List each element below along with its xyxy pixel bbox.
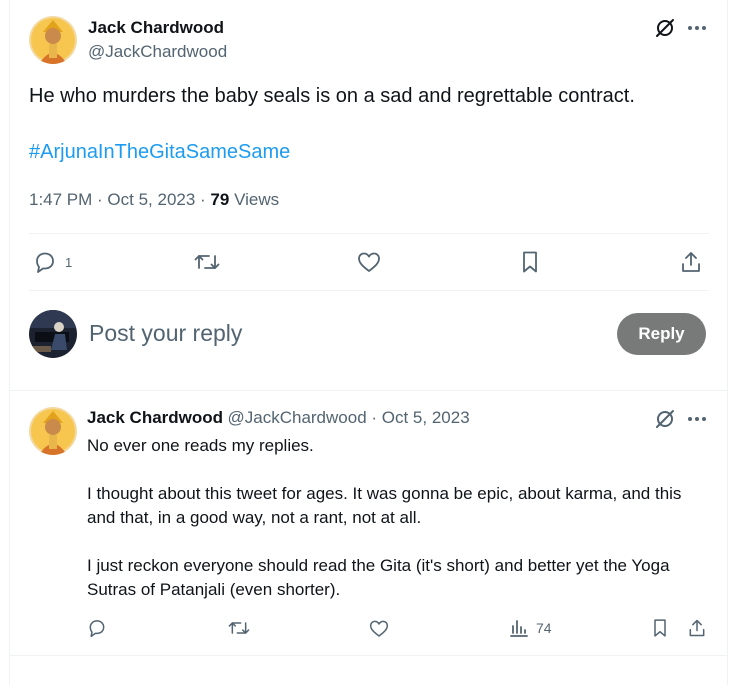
- analytics-count: 74: [536, 620, 552, 636]
- bookmark-icon[interactable]: [649, 617, 671, 639]
- reply-author-name[interactable]: Jack Chardwood: [87, 408, 223, 427]
- reply-paragraph: No ever one reads my replies.: [87, 436, 314, 455]
- tweet-timestamp: 1:47 PM · Oct 5, 2023 · 79 Views: [29, 190, 279, 210]
- reply-author-avatar[interactable]: [29, 407, 77, 455]
- more-icon[interactable]: [685, 17, 709, 39]
- author-handle[interactable]: @JackChardwood: [88, 42, 227, 62]
- views-count: 79: [210, 190, 230, 209]
- reply-text: No ever one reads my replies. I thought …: [87, 434, 712, 602]
- analytics-button[interactable]: 74: [509, 617, 552, 639]
- reply-author-handle[interactable]: @JackChardwood: [228, 408, 367, 427]
- reply-input[interactable]: Post your reply: [89, 320, 589, 347]
- divider: [9, 655, 728, 656]
- reply-count: 1: [65, 254, 73, 270]
- hashtag-link[interactable]: #ArjunaInTheGitaSameSame: [29, 141, 290, 164]
- share-icon[interactable]: [686, 617, 708, 639]
- repost-icon[interactable]: [193, 248, 221, 276]
- reply-date[interactable]: · Oct 5, 2023: [367, 408, 469, 427]
- reply-paragraph: I just reckon everyone should read the G…: [87, 556, 670, 599]
- like-icon[interactable]: [355, 248, 383, 276]
- grok-icon[interactable]: [654, 17, 676, 39]
- repost-icon[interactable]: [227, 617, 251, 639]
- reply-paragraph: I thought about this tweet for ages. It …: [87, 484, 682, 527]
- reply-header: Jack Chardwood @JackChardwood · Oct 5, 2…: [87, 408, 470, 428]
- tweet-text: He who murders the baby seals is on a sa…: [29, 85, 635, 107]
- tweet-time[interactable]: 1:47 PM · Oct 5, 2023 ·: [29, 190, 210, 209]
- current-user-avatar[interactable]: [29, 310, 77, 358]
- author-name[interactable]: Jack Chardwood: [88, 18, 224, 38]
- grok-icon[interactable]: [654, 408, 676, 430]
- divider: [29, 233, 709, 234]
- reply-icon[interactable]: [86, 617, 108, 639]
- analytics-icon: [509, 618, 529, 638]
- share-icon[interactable]: [677, 248, 705, 276]
- reply-button[interactable]: 1: [33, 248, 72, 276]
- reply-submit-button[interactable]: Reply: [617, 313, 706, 355]
- reply-icon: [33, 250, 57, 274]
- bookmark-icon[interactable]: [516, 248, 544, 276]
- divider: [29, 290, 709, 291]
- more-icon[interactable]: [685, 408, 709, 430]
- like-icon[interactable]: [368, 617, 390, 639]
- author-avatar[interactable]: [29, 16, 77, 64]
- divider: [9, 390, 728, 391]
- views-label: Views: [229, 190, 280, 209]
